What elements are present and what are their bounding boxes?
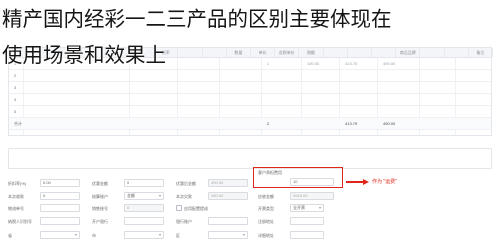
field-label: 省 <box>8 233 12 238</box>
discount-rate-input[interactable]: 0.00 <box>40 179 80 187</box>
field-label: 注册地址 <box>258 219 274 224</box>
field-label: 应用配置提成 <box>184 206 208 211</box>
total-label: 合计 <box>14 121 22 126</box>
field-label: 折扣率(%) <box>8 181 27 186</box>
highlight-box <box>253 167 343 188</box>
chevron-down-icon: ▾ <box>74 232 77 237</box>
field-label: 市 <box>92 233 96 238</box>
row-number: 5 <box>14 109 17 114</box>
table-row[interactable]: 4 <box>9 94 491 106</box>
sales-account-input: 0 <box>124 204 164 212</box>
tracking-number-input[interactable] <box>40 204 80 212</box>
order-lines-grid: 1 1 100.00 413.75 490.00 2 3 4 5 合计 2 41… <box>8 58 492 136</box>
arrow-head-icon <box>363 178 369 185</box>
row-total: 490.00 <box>383 61 396 66</box>
column-header[interactable] <box>348 48 372 57</box>
field-label: 销售账号 <box>92 206 108 211</box>
table-row[interactable]: 2 <box>9 70 491 82</box>
detail-address-input[interactable] <box>290 231 324 239</box>
total-row: 合计 2 413.79 490.00 <box>9 118 491 130</box>
bank-input[interactable] <box>124 217 164 225</box>
field-label: 开户银行 <box>92 219 108 224</box>
field-label: 应收金额 <box>258 194 274 199</box>
row-number: 4 <box>14 97 17 102</box>
account-select-value: 金额 <box>127 193 135 198</box>
remark-textarea[interactable] <box>8 148 492 169</box>
annotation-text: 作为 "运费" <box>372 179 397 185</box>
row-number: 3 <box>14 85 17 90</box>
province-select[interactable]: ▾ <box>40 231 80 239</box>
receipt-input[interactable]: 0 <box>40 192 80 200</box>
field-label: 优惠金额 <box>92 181 108 186</box>
column-header[interactable] <box>372 48 397 57</box>
field-label: 优惠后金额 <box>176 181 196 186</box>
field-label: 纳税人识别号 <box>8 219 32 224</box>
register-address-input[interactable] <box>290 217 324 225</box>
field-label: 区 <box>176 233 180 238</box>
taxpayer-id-input[interactable] <box>40 217 80 225</box>
column-header[interactable]: 商品品牌 <box>396 48 421 57</box>
column-header[interactable]: 数量 <box>227 48 251 57</box>
table-row[interactable]: 5 <box>9 106 491 118</box>
column-header[interactable] <box>445 48 469 57</box>
row-amount: 413.75 <box>345 61 358 66</box>
row-qty: 1 <box>267 61 270 66</box>
column-header[interactable] <box>420 48 445 57</box>
column-header[interactable] <box>203 48 227 57</box>
field-label: 详细地址 <box>258 233 274 238</box>
sales-order-form: 税率 数量 单价 含税单价 税额 商品品牌 备注 1 1 100.00 413.75 490… <box>0 0 500 243</box>
caption-line-2: 使用场景和效果上 <box>2 43 166 67</box>
column-header[interactable]: 含税单价 <box>275 48 300 57</box>
account-select[interactable]: 金额 ▾ <box>124 192 164 200</box>
column-header[interactable] <box>324 48 348 57</box>
chevron-down-icon: ▾ <box>242 232 245 237</box>
total-amount: 413.79 <box>345 121 358 126</box>
field-label: 结算账户 <box>92 194 108 199</box>
city-select[interactable]: ▾ <box>124 231 164 239</box>
total-sum: 490.00 <box>383 121 396 126</box>
chevron-down-icon: ▾ <box>318 205 321 210</box>
invoice-type-select[interactable]: 全开票 ▾ <box>290 204 324 212</box>
field-label: 开票类型 <box>258 206 274 211</box>
column-header[interactable]: 备注 <box>469 48 493 57</box>
chevron-down-icon: ▾ <box>158 193 161 198</box>
total-qty: 2 <box>267 121 270 126</box>
field-label: 本次欠款 <box>176 194 192 199</box>
district-select[interactable]: ▾ <box>208 231 248 239</box>
column-header[interactable]: 税额 <box>299 48 324 57</box>
receivable-input: 4918.00 <box>290 192 334 200</box>
field-label: 银行账户 <box>176 219 192 224</box>
bank-account-input[interactable] <box>208 217 248 225</box>
after-discount-input: 490.00 <box>208 179 248 187</box>
invoice-type-value: 全开票 <box>293 205 305 210</box>
table-row[interactable]: 3 <box>9 82 491 94</box>
row-price: 100.00 <box>307 61 320 66</box>
discount-amount-input[interactable]: 0 <box>124 179 164 187</box>
arrears-input: 490.00 <box>208 192 248 200</box>
field-label: 物流单号 <box>8 206 24 211</box>
row-number: 2 <box>14 73 17 78</box>
column-header[interactable] <box>178 48 203 57</box>
caption-line-1: 精产国内经彩一二三产品的区别主要体现在 <box>2 7 392 31</box>
commission-checkbox[interactable] <box>176 205 182 211</box>
column-header[interactable]: 单价 <box>251 48 276 57</box>
chevron-down-icon: ▾ <box>158 232 161 237</box>
field-label: 本次收款 <box>8 194 24 199</box>
